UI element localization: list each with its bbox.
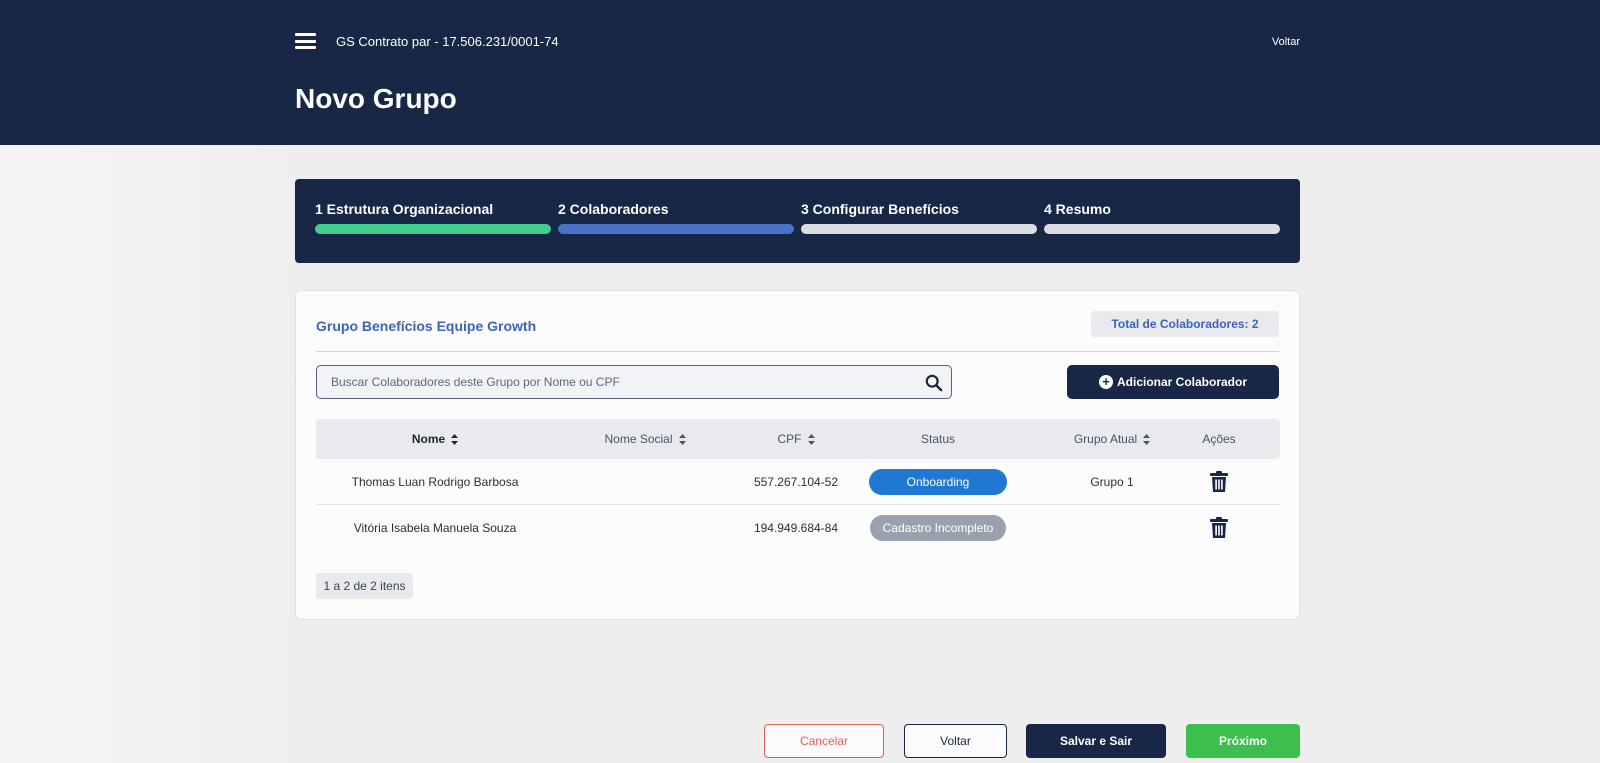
step-resumo: 4 Resumo [1044, 201, 1280, 263]
step-progress-bar [1044, 224, 1280, 234]
search-input[interactable] [317, 366, 917, 398]
sort-icon [678, 433, 686, 445]
column-header-acoes: Ações [1184, 419, 1254, 459]
top-header: GS Contrato par - 17.506.231/0001-74 Vol… [0, 0, 1600, 145]
back-button[interactable]: Voltar [904, 724, 1007, 758]
cell-status: Onboarding [856, 459, 1020, 505]
plus-circle-icon: + [1098, 375, 1113, 389]
pagination-info: 1 a 2 de 2 itens [316, 573, 413, 599]
trash-icon[interactable] [1209, 517, 1229, 539]
table-row: Thomas Luan Rodrigo Barbosa 557.267.104-… [316, 459, 1280, 505]
column-header-grupo-atual[interactable]: Grupo Atual [1020, 419, 1204, 459]
search-field [316, 365, 952, 399]
step-label: 3 Configurar Benefícios [801, 201, 959, 217]
group-card: Grupo Benefícios Equipe Growth Total de … [295, 290, 1300, 620]
column-header-status: Status [856, 419, 1020, 459]
header-back-link[interactable]: Voltar [1272, 36, 1300, 48]
step-colaboradores: 2 Colaboradores [558, 201, 794, 263]
column-label: Nome [411, 432, 446, 446]
step-estrutura: 1 Estrutura Organizacional [315, 201, 551, 263]
cancel-button[interactable]: Cancelar [764, 724, 884, 758]
cell-cpf: 194.949.684-84 [753, 521, 839, 535]
column-header-nome-social[interactable]: Nome Social [554, 419, 736, 459]
divider [316, 351, 1279, 352]
step-label: 4 Resumo [1044, 201, 1111, 217]
step-label: 2 Colaboradores [558, 201, 669, 217]
save-and-exit-button[interactable]: Salvar e Sair [1026, 724, 1166, 758]
column-label: Nome Social [604, 432, 673, 446]
column-label: Ações [1202, 432, 1236, 446]
trash-icon[interactable] [1209, 471, 1229, 493]
step-label: 1 Estrutura Organizacional [315, 201, 494, 217]
sort-icon [1143, 433, 1151, 445]
total-collaborators-badge: Total de Colaboradores: 2 [1091, 311, 1279, 337]
column-label: Grupo Atual [1073, 432, 1138, 446]
cell-status: Cadastro Incompleto [856, 505, 1020, 551]
cell-nome-social [554, 505, 736, 551]
group-name: Grupo Benefícios Equipe Growth [316, 318, 537, 334]
menu-icon[interactable] [295, 33, 316, 49]
cell-nome: Thomas Luan Rodrigo Barbosa [351, 475, 519, 489]
table-row: Vitória Isabela Manuela Souza 194.949.68… [316, 505, 1280, 551]
column-label: Status [920, 432, 956, 446]
table-header: Nome Nome Social CPF Status Grupo Atual … [316, 419, 1280, 459]
search-icon[interactable] [925, 374, 943, 392]
step-beneficios: 3 Configurar Benefícios [801, 201, 1037, 263]
page-title: Novo Grupo [295, 83, 457, 114]
cell-nome-social [554, 459, 736, 505]
column-header-cpf[interactable]: CPF [736, 419, 856, 459]
cell-acoes [1184, 459, 1254, 505]
sort-icon [807, 433, 815, 445]
cell-nome: Vitória Isabela Manuela Souza [353, 521, 517, 535]
status-badge: Cadastro Incompleto [869, 515, 1007, 541]
add-collaborator-button[interactable]: + Adicionar Colaborador [1067, 365, 1279, 399]
step-progress-bar [801, 224, 1037, 234]
sort-icon [451, 433, 459, 445]
cell-grupo-atual: Grupo 1 [1090, 475, 1134, 489]
next-button[interactable]: Próximo [1186, 724, 1300, 758]
step-progress-bar [315, 224, 551, 234]
cell-acoes [1184, 505, 1254, 551]
column-label: CPF [777, 432, 802, 446]
add-collaborator-label: Adicionar Colaborador [1116, 375, 1247, 389]
cell-cpf: 557.267.104-52 [753, 475, 839, 489]
progress-stepper: 1 Estrutura Organizacional 2 Colaborador… [295, 179, 1300, 263]
step-progress-bar [558, 224, 794, 234]
column-header-nome[interactable]: Nome [316, 419, 554, 459]
company-info: GS Contrato par - 17.506.231/0001-74 [336, 34, 559, 49]
status-badge: Onboarding [869, 469, 1007, 495]
cell-grupo-atual [1020, 505, 1204, 551]
